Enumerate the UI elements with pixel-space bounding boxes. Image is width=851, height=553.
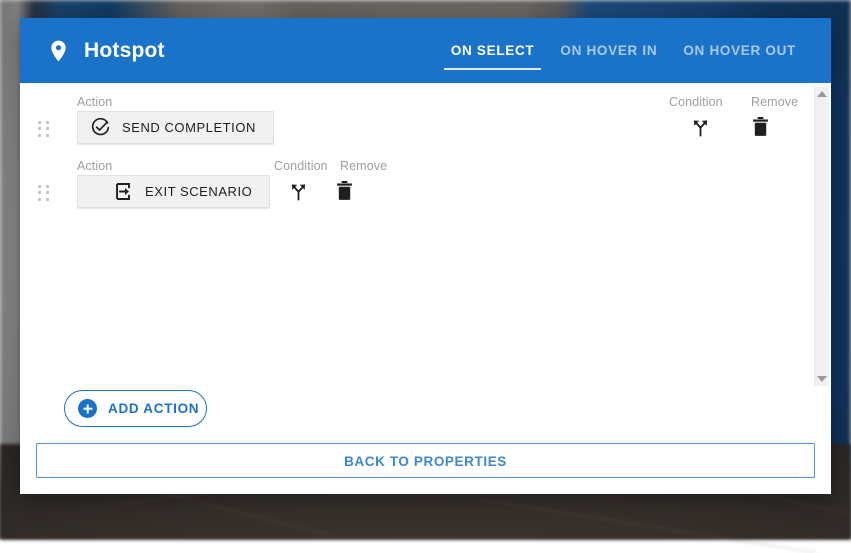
tab-on-select-label: ON SELECT (451, 43, 535, 58)
scrollbar-thumb[interactable] (815, 97, 829, 376)
event-tabs: ON SELECT ON HOVER IN ON HOVER OUT (438, 18, 809, 83)
action-name: EXIT SCENARIO (145, 184, 252, 199)
exit-door-icon (114, 182, 133, 201)
check-circle-icon (91, 118, 110, 137)
back-to-properties-button[interactable]: BACK TO PROPERTIES (36, 443, 815, 478)
dialog-footer: ADD ACTION BACK TO PROPERTIES (20, 390, 831, 494)
hotspot-actions-dialog: Hotspot ON SELECT ON HOVER IN ON HOVER O… (20, 18, 831, 494)
column-header-condition: Condition (669, 95, 723, 109)
dialog-body: Action SEND COMPLETION Condition (20, 83, 831, 390)
column-header-remove: Remove (751, 95, 798, 109)
column-header-condition: Condition (274, 159, 328, 173)
location-pin-icon (50, 40, 67, 62)
action-chip-exit-scenario[interactable]: EXIT SCENARIO (77, 175, 270, 208)
table-row: Action EXIT SCENARIO Condition (20, 159, 808, 223)
tab-on-hover-out[interactable]: ON HOVER OUT (670, 18, 809, 83)
chevron-down-icon[interactable] (817, 376, 827, 382)
tab-on-select[interactable]: ON SELECT (438, 18, 548, 83)
tab-on-hover-in-label: ON HOVER IN (560, 43, 657, 58)
branch-fork-icon[interactable] (684, 111, 716, 141)
trash-icon[interactable] (744, 111, 776, 141)
actions-scrollbar[interactable] (814, 87, 829, 386)
action-chip-send-completion[interactable]: SEND COMPLETION (77, 111, 274, 144)
branch-fork-icon[interactable] (282, 175, 314, 205)
action-name: SEND COMPLETION (122, 120, 256, 135)
column-header-action: Action (77, 159, 112, 173)
trash-icon[interactable] (328, 175, 360, 205)
drag-handle-icon[interactable] (38, 121, 50, 137)
tab-on-hover-in[interactable]: ON HOVER IN (547, 18, 670, 83)
actions-list: Action SEND COMPLETION Condition (20, 83, 808, 390)
add-action-label: ADD ACTION (108, 401, 199, 416)
plus-circle-icon (78, 399, 97, 418)
column-header-action: Action (77, 95, 112, 109)
tab-on-hover-out-label: ON HOVER OUT (683, 43, 796, 58)
dialog-header: Hotspot ON SELECT ON HOVER IN ON HOVER O… (20, 18, 831, 83)
table-row: Action SEND COMPLETION Condition (20, 95, 808, 159)
page-title: Hotspot (84, 39, 165, 63)
add-action-button[interactable]: ADD ACTION (64, 390, 207, 427)
column-header-remove: Remove (340, 159, 387, 173)
drag-handle-icon[interactable] (38, 185, 50, 201)
